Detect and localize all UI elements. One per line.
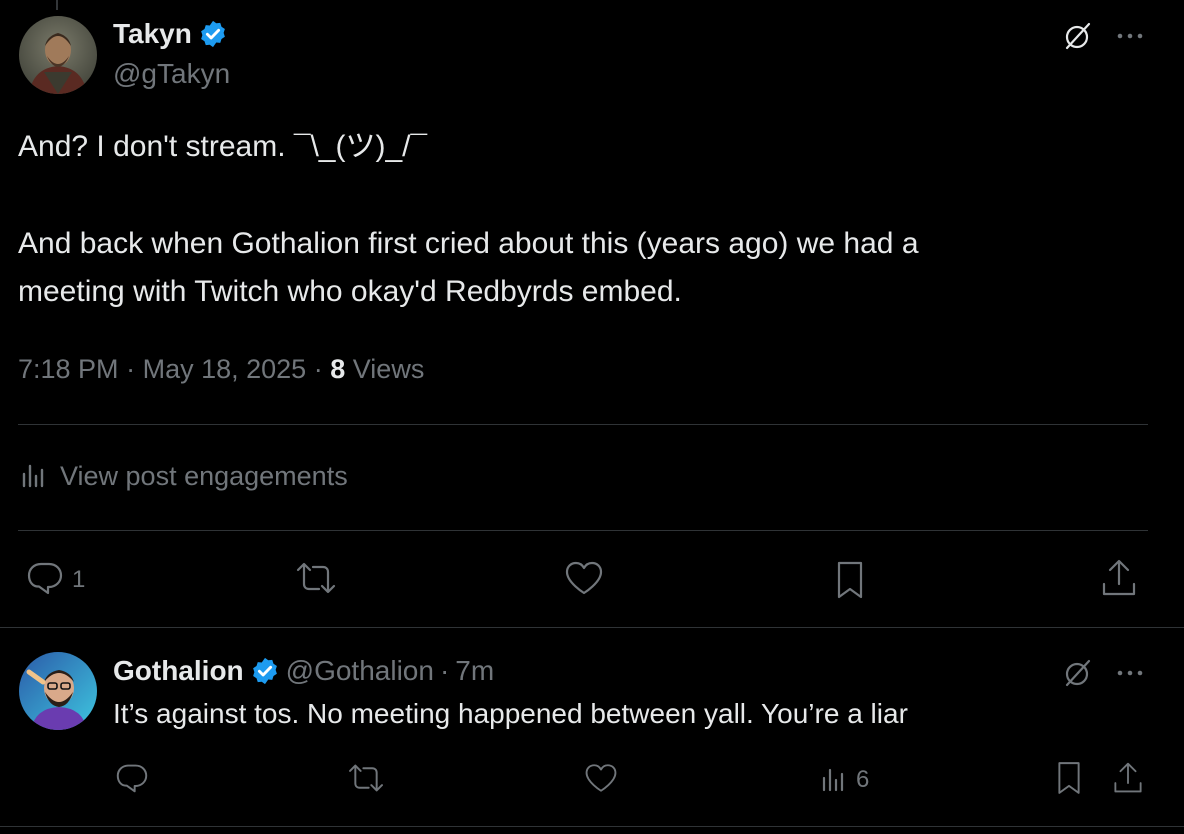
reply-count: 1 — [72, 566, 86, 593]
bookmark-icon — [834, 560, 866, 605]
like-button[interactable] — [562, 560, 606, 600]
reply-like-button[interactable] — [582, 762, 620, 798]
verified-badge-icon — [198, 19, 228, 49]
reply-views-count: 6 — [856, 766, 870, 793]
more-icon[interactable] — [1112, 18, 1148, 54]
post-meta: 7:18 PM · May 18, 2025 · 8 Views — [18, 354, 424, 385]
reply-author-row: Gothalion @Gothalion · 7m — [113, 655, 494, 687]
reply-icon — [26, 560, 64, 601]
reply-time[interactable]: 7m — [455, 655, 494, 687]
avatar-takyn[interactable] — [19, 16, 97, 94]
bookmark-button[interactable] — [830, 560, 870, 604]
reply-reply-button[interactable] — [114, 762, 150, 798]
analytics-icon — [20, 460, 48, 493]
post-text-paragraph2: And back when Gothalion first cried abou… — [18, 227, 919, 308]
like-icon — [564, 560, 604, 601]
reply-bookmark-button[interactable] — [1052, 760, 1086, 800]
repost-icon — [346, 762, 386, 799]
share-button[interactable] — [1098, 558, 1140, 602]
engagements-label: View post engagements — [60, 461, 348, 491]
reply-text: It’s against tos. No meeting happened be… — [113, 698, 908, 729]
reply-views-button[interactable]: 6 — [820, 762, 869, 798]
share-icon — [1112, 760, 1144, 801]
divider — [18, 424, 1148, 425]
separator: · — [439, 655, 450, 686]
divider — [0, 627, 1184, 628]
reply-author-name[interactable]: Gothalion — [113, 655, 244, 687]
avatar-gothalion[interactable] — [19, 652, 97, 730]
like-icon — [584, 762, 618, 799]
post-date[interactable]: May 18, 2025 — [143, 354, 307, 384]
post-time[interactable]: 7:18 PM — [18, 354, 119, 384]
reply-icon — [115, 762, 149, 799]
divider — [0, 826, 1184, 827]
repost-button[interactable] — [292, 560, 340, 600]
author-row: Takyn — [113, 18, 228, 50]
reply-author-handle[interactable]: @Gothalion — [286, 655, 434, 687]
post-text-line1: And? I don't stream. ¯\_(ツ)_/¯ — [18, 130, 428, 163]
separator: · — [126, 354, 136, 384]
repost-icon — [294, 560, 338, 601]
more-icon[interactable] — [1112, 655, 1148, 691]
author-name[interactable]: Takyn — [113, 18, 192, 50]
bookmark-icon — [1055, 760, 1083, 801]
views-count: 8 — [330, 354, 346, 384]
analytics-icon — [820, 764, 848, 797]
reply-repost-button[interactable] — [344, 762, 388, 798]
reply-button[interactable]: 1 — [26, 560, 85, 600]
grok-icon[interactable] — [1060, 655, 1096, 691]
views-label: Views — [352, 354, 425, 384]
verified-badge-icon — [250, 656, 280, 686]
separator: · — [313, 354, 323, 384]
view-engagements-link[interactable]: View post engagements — [20, 460, 348, 493]
share-icon — [1100, 558, 1138, 603]
divider — [18, 530, 1148, 531]
thread-connector — [56, 0, 58, 10]
author-handle[interactable]: @gTakyn — [113, 58, 230, 90]
grok-icon[interactable] — [1060, 18, 1096, 54]
reply-share-button[interactable] — [1110, 760, 1146, 800]
